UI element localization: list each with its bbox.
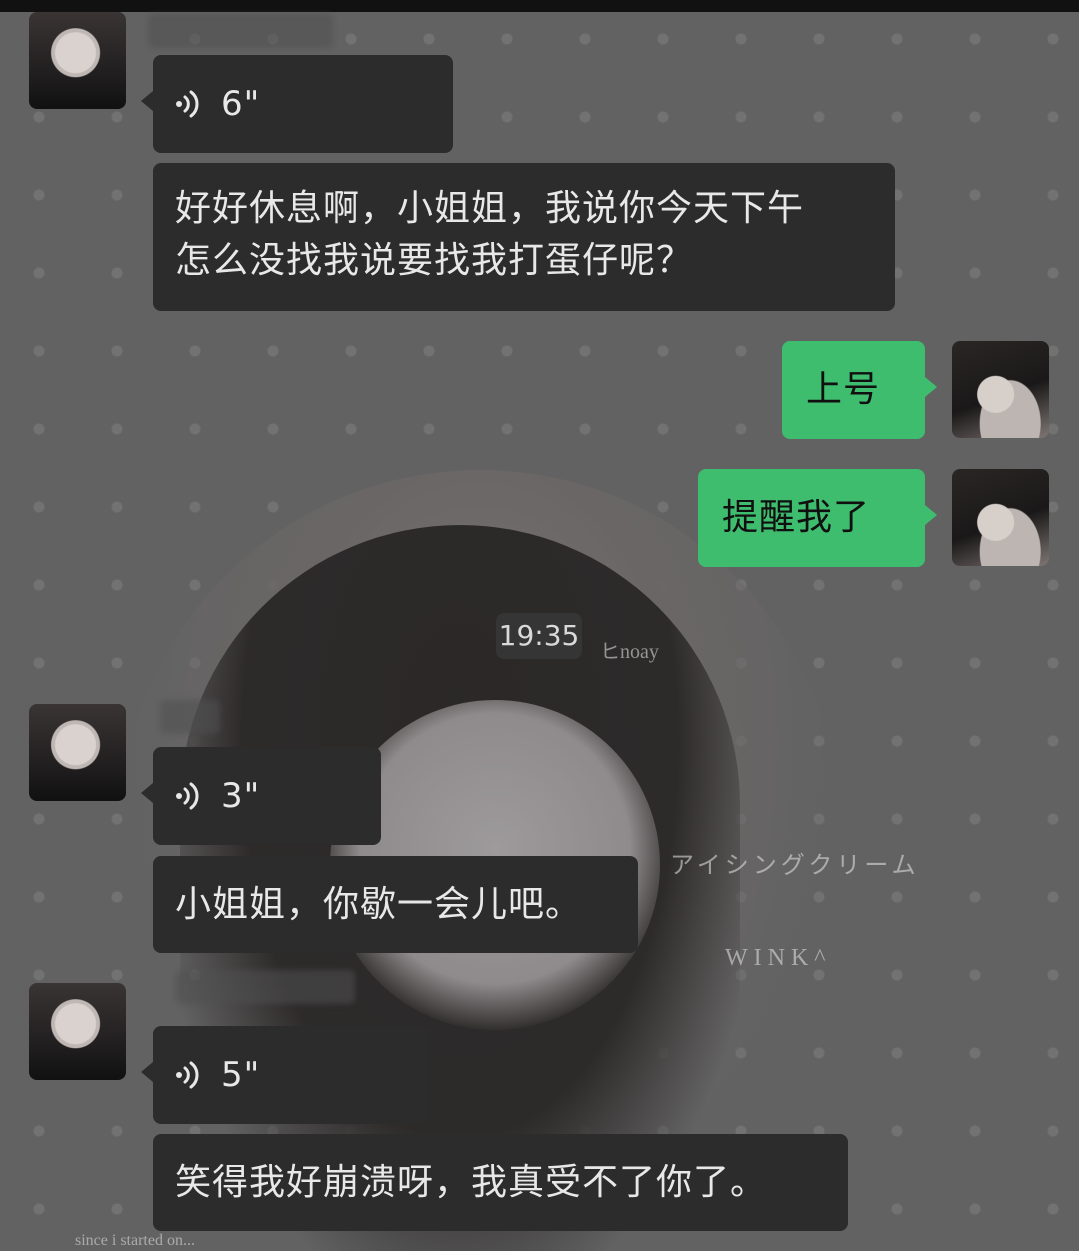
status-bar (0, 0, 1079, 12)
avatar-contact[interactable] (29, 704, 126, 801)
text-message[interactable]: 好好休息啊，小姐姐，我说你今天下午 怎么没找我说要找我打蛋仔呢？ (153, 163, 895, 311)
background-text-1: ヒnoay (600, 641, 659, 663)
voice-duration: 3" (221, 776, 261, 816)
voice-message[interactable]: 3" (141, 747, 381, 845)
voice-wave-icon (176, 782, 199, 810)
voice-message[interactable]: 6" (141, 55, 453, 153)
time-divider: 19:35 (496, 613, 582, 659)
avatar-self[interactable] (952, 341, 1049, 438)
sender-name-blurred (160, 700, 220, 734)
message-text: 笑得我好崩溃呀，我真受不了你了。 (175, 1161, 768, 1203)
avatar-self[interactable] (952, 469, 1049, 566)
background-text-2: アイシングクリーム (670, 853, 920, 879)
voice-duration: 5" (221, 1055, 261, 1095)
background-text-3: WINK^ (725, 945, 832, 971)
message-text: 上号 (806, 369, 881, 410)
voice-wave-icon (176, 1061, 199, 1089)
avatar-contact[interactable] (29, 12, 126, 109)
voice-wave-icon (176, 90, 199, 118)
text-message[interactable]: 笑得我好崩溃呀，我真受不了你了。 (153, 1134, 848, 1231)
sender-name-blurred (175, 970, 355, 1004)
message-text: 小姐姐，你歇一会儿吧。 (175, 883, 583, 925)
message-line: 怎么没找我说要找我打蛋仔呢？ (175, 240, 694, 281)
text-message-outgoing[interactable]: 上号 (782, 341, 937, 439)
avatar-contact[interactable] (29, 983, 126, 1080)
text-message-outgoing[interactable]: 提醒我了 (698, 469, 937, 567)
background-text-4: since i started on... (75, 1232, 195, 1249)
sender-name-blurred (148, 14, 333, 48)
message-text: 提醒我了 (722, 497, 871, 538)
text-message[interactable]: 小姐姐，你歇一会儿吧。 (153, 856, 638, 953)
message-line: 好好休息啊，小姐姐，我说你今天下午 (175, 188, 805, 229)
voice-duration: 6" (221, 84, 261, 124)
voice-message[interactable]: 5" (141, 1026, 429, 1124)
